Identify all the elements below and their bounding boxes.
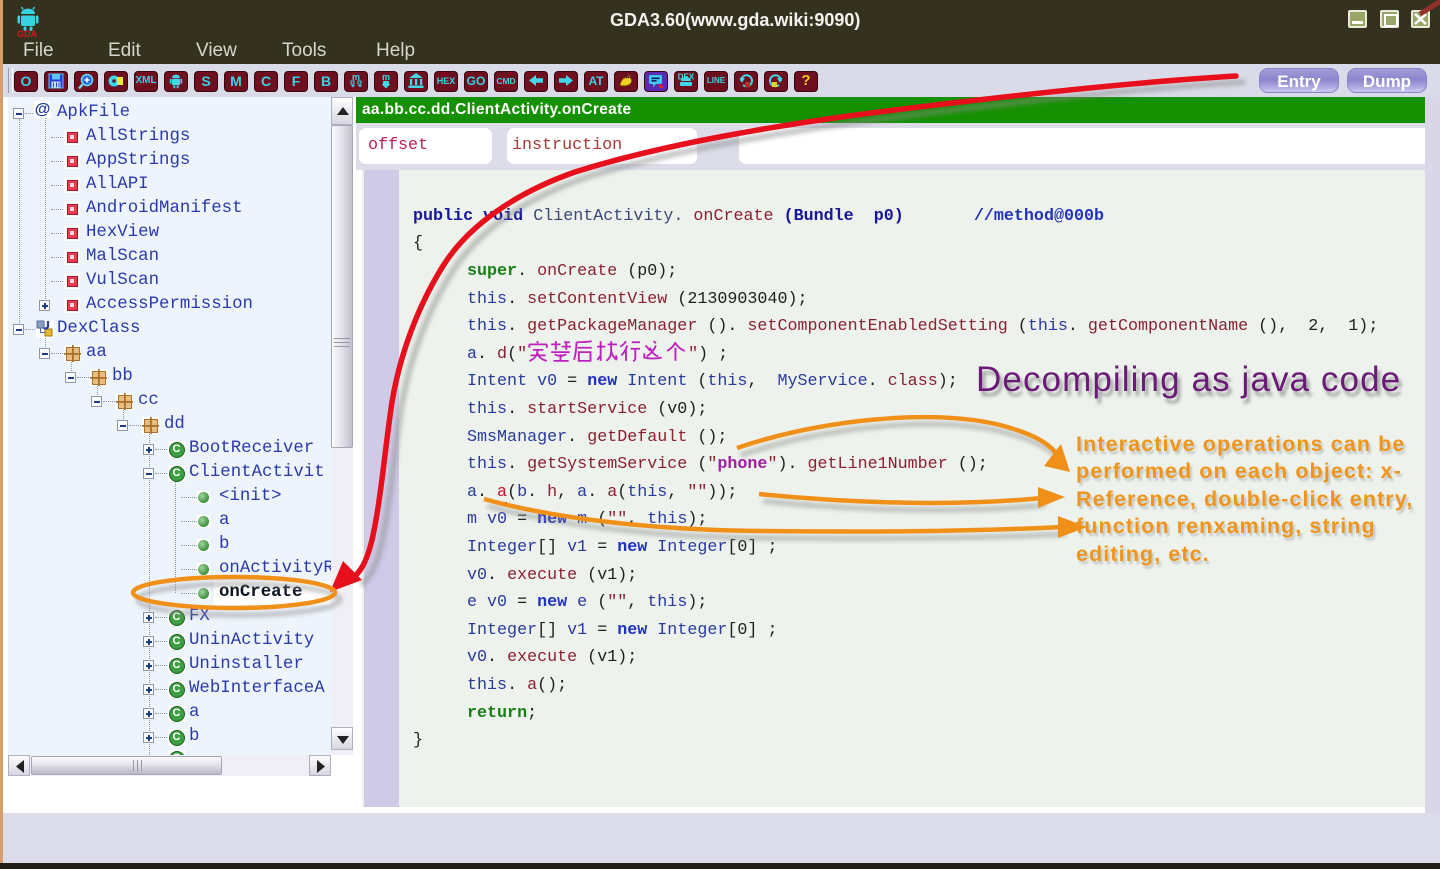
svg-text:m: m bbox=[382, 72, 390, 82]
svg-text:GDA: GDA bbox=[17, 29, 38, 38]
